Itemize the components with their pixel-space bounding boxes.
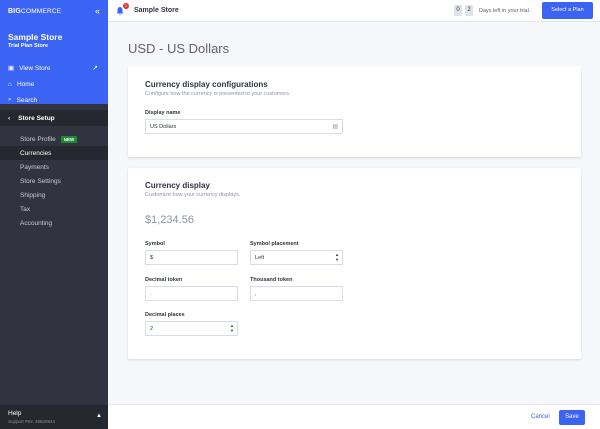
- storefront-icon: ▣: [8, 65, 15, 72]
- sidebar-item-shipping[interactable]: Shipping: [0, 188, 108, 202]
- logo-bold: BIG: [8, 8, 22, 15]
- sidebar: BIG COMMERCE « Sample Store Trial Plan St…: [0, 0, 108, 429]
- sidebar-item-label: Currencies: [20, 149, 52, 157]
- trial-days-digit: 2: [465, 5, 473, 16]
- cancel-button[interactable]: Cancel: [531, 414, 550, 420]
- sidebar-item-search[interactable]: ⌕ Search: [0, 92, 108, 108]
- top-header: 1 Sample Store 0 2 Days left in your tri…: [108, 0, 600, 22]
- thousand-token-label: Thousand token: [250, 277, 293, 283]
- symbol-placement-label: Symbol placement: [250, 241, 299, 247]
- chevron-up-icon: ▲: [96, 413, 102, 419]
- symbol-placement-value: Left: [255, 254, 265, 261]
- sidebar-item-tax[interactable]: Tax: [0, 202, 108, 216]
- card-description: Configure how the currency is presented …: [145, 91, 291, 97]
- card-title: Currency display configurations: [145, 80, 268, 89]
- sidebar-top-nav: ▣ View Store ↗ ⌂ Home ⌕ Search: [0, 60, 108, 108]
- sidebar-item-store-profile[interactable]: Store Profile NEW: [0, 132, 108, 146]
- sidebar-item-label: Store Settings: [20, 177, 61, 185]
- thousand-token-value: ,: [255, 290, 257, 297]
- trial-days-text: Days left in your trial.: [479, 7, 531, 14]
- decimal-places-value: 2: [150, 325, 154, 332]
- stepper-arrows-icon[interactable]: ▲ ▼: [230, 323, 234, 333]
- new-badge: NEW: [60, 135, 78, 143]
- sidebar-item-label: Home: [16, 80, 35, 88]
- select-plan-button[interactable]: Select a Plan: [542, 2, 593, 19]
- save-button[interactable]: Save: [559, 410, 585, 425]
- sidebar-item-currencies[interactable]: Currencies: [0, 146, 108, 160]
- sidebar-item-payments[interactable]: Payments: [0, 160, 108, 174]
- sidebar-item-home[interactable]: ⌂ Home: [0, 76, 108, 92]
- section-title: Store Setup: [18, 114, 55, 122]
- sidebar-item-label: Payments: [20, 163, 49, 171]
- sidebar-item-label: View Store: [19, 64, 51, 72]
- sidebar-item-label: Shipping: [20, 191, 46, 199]
- card-description: Customize how your currency displays.: [145, 192, 241, 198]
- sidebar-plan-name: Trial Plan Store: [8, 43, 49, 49]
- sidebar-section-store-setup[interactable]: ‹ Store Setup: [0, 110, 108, 126]
- chevron-left-icon: ‹: [8, 114, 11, 122]
- notification-count-badge: 1: [123, 3, 129, 9]
- symbol-value: $: [150, 254, 154, 261]
- sidebar-item-store-settings[interactable]: Store Settings: [0, 174, 108, 188]
- sidebar-item-label: Store Profile: [20, 135, 56, 143]
- decimal-token-field[interactable]: .: [145, 286, 238, 301]
- thousand-token-field[interactable]: ,: [250, 286, 343, 301]
- sidebar-store-name: Sample Store: [8, 32, 63, 42]
- display-name-label: Display name: [145, 110, 181, 116]
- currency-display-card: Currency display Customize how your curr…: [128, 168, 581, 359]
- logo-rest: COMMERCE: [21, 8, 62, 15]
- sidebar-header: BIG COMMERCE « Sample Store Trial Plan St…: [0, 0, 108, 104]
- sidebar-item-accounting[interactable]: Accounting: [0, 216, 108, 230]
- trial-days-digit: 0: [454, 5, 462, 16]
- sidebar-item-label: Tax: [20, 205, 31, 213]
- symbol-label: Symbol: [145, 241, 165, 247]
- display-name-field[interactable]: US Dollars ▤: [145, 119, 343, 134]
- sidebar-item-label: Accounting: [20, 219, 53, 227]
- collapse-sidebar-icon[interactable]: «: [95, 6, 100, 16]
- card-title: Currency display: [145, 181, 210, 190]
- trial-days-counter: 0 2 Days left in your trial.: [454, 5, 530, 16]
- decimal-places-stepper[interactable]: 2 ▲ ▼: [145, 321, 238, 336]
- home-icon: ⌂: [8, 80, 12, 88]
- sidebar-item-view-store[interactable]: ▣ View Store ↗: [0, 60, 108, 76]
- search-icon: ⌕: [8, 96, 12, 103]
- logo[interactable]: BIG COMMERCE: [8, 8, 61, 15]
- page-title: USD - US Dollars: [128, 41, 230, 56]
- external-link-icon: ↗: [92, 65, 98, 72]
- action-footer: Cancel Save: [108, 404, 600, 429]
- select-arrows-icon: ▲ ▼: [335, 252, 339, 262]
- currency-display-config-card: Currency display configurations Configur…: [128, 66, 581, 157]
- decimal-token-label: Decimal token: [145, 277, 183, 283]
- display-name-value: US Dollars: [150, 123, 177, 130]
- symbol-placement-select[interactable]: Left ▲ ▼: [250, 250, 343, 265]
- header-store-name: Sample Store: [134, 7, 179, 14]
- decimal-token-value: .: [150, 290, 152, 297]
- help-label: Help: [8, 410, 22, 417]
- support-pin: Support PIN: 48820944: [8, 419, 56, 424]
- sidebar-item-label: Search: [16, 96, 38, 104]
- help-menu[interactable]: Help Support PIN: 48820944 ▲: [0, 405, 108, 429]
- symbol-field[interactable]: $: [145, 250, 238, 265]
- decimal-places-label: Decimal places: [145, 312, 185, 318]
- store-setup-nav: Store Profile NEW Currencies Payments St…: [0, 132, 108, 230]
- translate-icon[interactable]: ▤: [332, 123, 338, 130]
- currency-preview: $1,234.56: [145, 214, 194, 226]
